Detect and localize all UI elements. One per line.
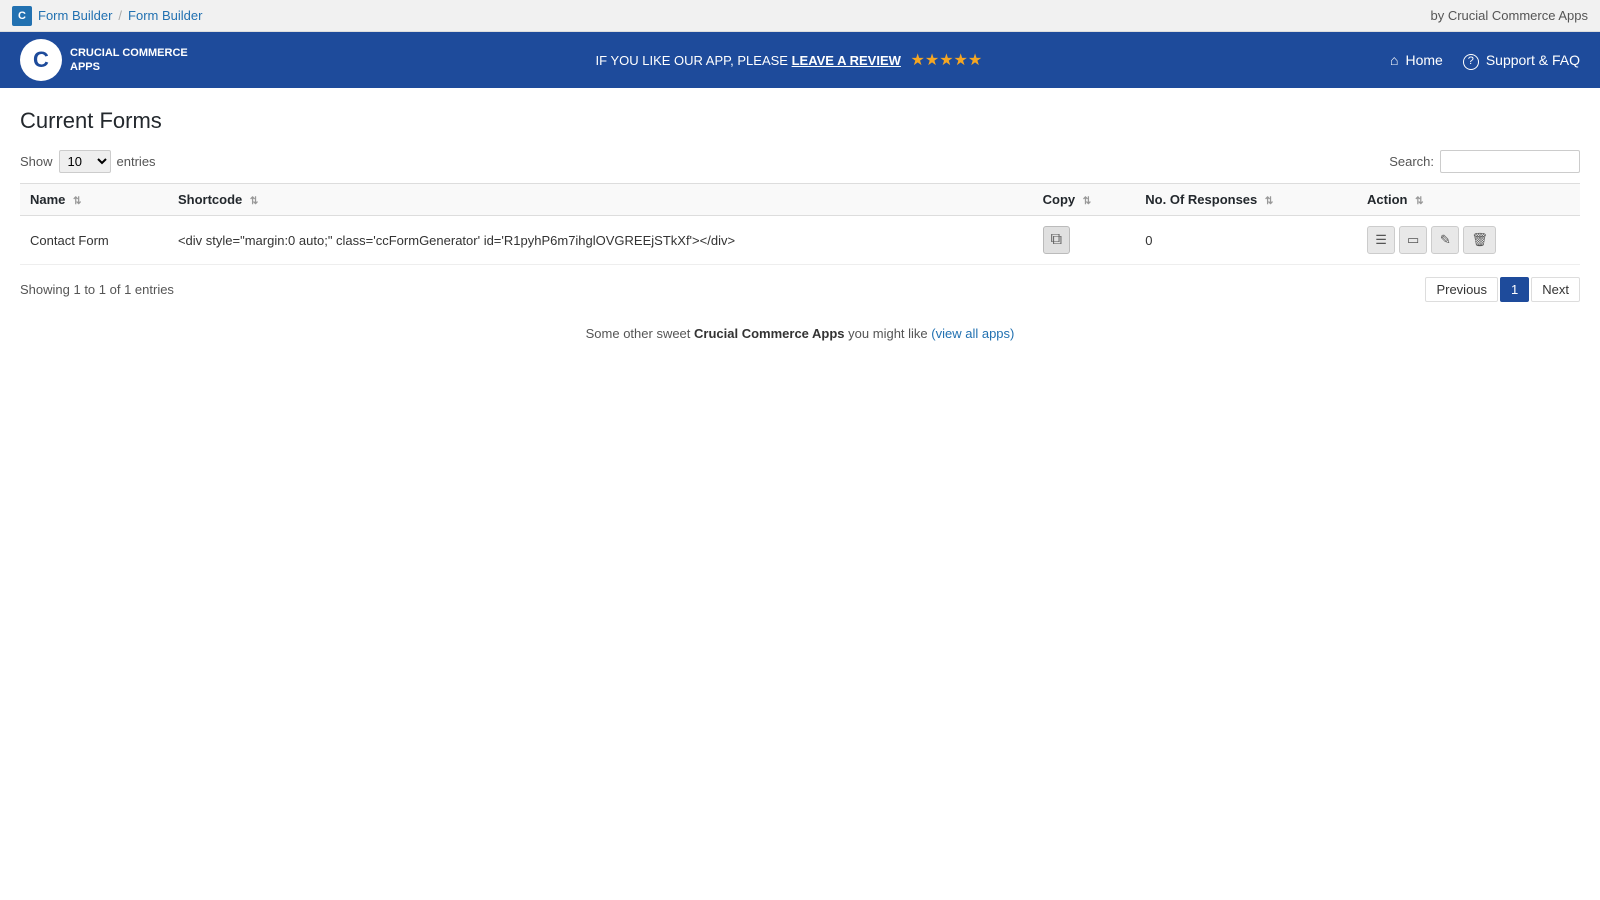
delete-icon: 🗑 — [1471, 232, 1488, 248]
search-label: Search: — [1389, 154, 1434, 169]
edit-icon: ✎ — [1440, 232, 1451, 248]
page-title: Current Forms — [20, 108, 1580, 134]
col-name: Name ⇅ — [20, 184, 168, 216]
view-responses-button[interactable]: ☰ — [1367, 226, 1395, 254]
show-entries-control: Show 10 25 50 100 entries — [20, 150, 156, 173]
nav-support-link[interactable]: Support & FAQ — [1463, 51, 1580, 70]
logo-text: CRUCIAL COMMERCE APPS — [70, 46, 188, 75]
table-controls: Show 10 25 50 100 entries Search: — [20, 150, 1580, 173]
pagination: Previous 1 Next — [1425, 277, 1580, 302]
cell-name: Contact Form — [20, 216, 168, 265]
logo-circle: C — [20, 39, 62, 81]
previous-button[interactable]: Previous — [1425, 277, 1498, 302]
entries-label: entries — [117, 154, 156, 169]
entries-select[interactable]: 10 25 50 100 — [59, 150, 111, 173]
cell-shortcode: <div style="margin:0 auto;" class='ccFor… — [168, 216, 1033, 265]
table-row: Contact Form <div style="margin:0 auto;"… — [20, 216, 1580, 265]
cell-copy: ⧉ — [1033, 216, 1136, 265]
logo-line1: CRUCIAL COMMERCE — [70, 46, 188, 60]
admin-bar-right: by Crucial Commerce Apps — [1431, 8, 1589, 23]
show-label: Show — [20, 154, 53, 169]
col-shortcode: Shortcode ⇅ — [168, 184, 1033, 216]
col-responses: No. Of Responses ⇅ — [1135, 184, 1357, 216]
logo-c-icon: C — [33, 47, 49, 73]
forms-table: Name ⇅ Shortcode ⇅ Copy ⇅ No. Of Respons… — [20, 183, 1580, 265]
nav-home-link[interactable]: Home — [1390, 52, 1443, 68]
cell-responses: 0 — [1135, 216, 1357, 265]
breadcrumb-formbuilder2[interactable]: Form Builder — [128, 8, 202, 23]
footer-brand: Crucial Commerce Apps — [694, 326, 845, 341]
sort-responses-icon[interactable]: ⇅ — [1265, 196, 1273, 207]
admin-bar: C Form Builder / Form Builder by Crucial… — [0, 0, 1600, 32]
entries-info: Showing 1 to 1 of 1 entries — [20, 282, 174, 297]
footer-note: Some other sweet Crucial Commerce Apps y… — [20, 326, 1580, 341]
header-logo: C CRUCIAL COMMERCE APPS — [20, 39, 188, 81]
copy-icon: ⧉ — [1051, 231, 1062, 249]
view-all-apps-link[interactable]: (view all apps) — [931, 326, 1014, 341]
table-header-row: Name ⇅ Shortcode ⇅ Copy ⇅ No. Of Respons… — [20, 184, 1580, 216]
list-icon: ☰ — [1375, 232, 1387, 248]
copy-button[interactable]: ⧉ — [1043, 226, 1070, 254]
page-1-button[interactable]: 1 — [1500, 277, 1529, 302]
admin-icon: C — [12, 6, 32, 26]
main-content: Current Forms Show 10 25 50 100 entries … — [0, 88, 1600, 900]
sort-name-icon[interactable]: ⇅ — [73, 196, 81, 207]
promo-link[interactable]: LEAVE A REVIEW — [792, 53, 901, 68]
sort-action-icon[interactable]: ⇅ — [1415, 196, 1423, 207]
nav-support-label: Support & FAQ — [1486, 52, 1580, 68]
next-button[interactable]: Next — [1531, 277, 1580, 302]
search-box: Search: — [1389, 150, 1580, 173]
sort-copy-icon[interactable]: ⇅ — [1083, 196, 1091, 207]
promo-prefix: IF YOU LIKE OUR APP, PLEASE — [596, 53, 788, 68]
footer-prefix: Some other sweet — [586, 326, 691, 341]
cell-action: ☰ ▭ ✎ 🗑 — [1357, 216, 1580, 265]
preview-button[interactable]: ▭ — [1399, 226, 1427, 254]
breadcrumb-formbuilder1[interactable]: Form Builder — [38, 8, 112, 23]
breadcrumb-separator: / — [118, 8, 122, 23]
col-copy: Copy ⇅ — [1033, 184, 1136, 216]
action-buttons: ☰ ▭ ✎ 🗑 — [1367, 226, 1570, 254]
edit-button[interactable]: ✎ — [1431, 226, 1459, 254]
header-promo: IF YOU LIKE OUR APP, PLEASE LEAVE A REVI… — [596, 50, 983, 70]
table-footer: Showing 1 to 1 of 1 entries Previous 1 N… — [20, 277, 1580, 302]
col-action: Action ⇅ — [1357, 184, 1580, 216]
sort-shortcode-icon[interactable]: ⇅ — [250, 196, 258, 207]
stars: ★★★★★ — [911, 52, 983, 69]
support-icon — [1463, 51, 1482, 70]
nav-home-label: Home — [1405, 52, 1442, 68]
header-nav-links: Home Support & FAQ — [1390, 51, 1580, 70]
delete-button[interactable]: 🗑 — [1463, 226, 1496, 254]
home-icon — [1390, 52, 1401, 68]
preview-icon: ▭ — [1407, 232, 1419, 248]
admin-bar-left: C Form Builder / Form Builder — [12, 6, 202, 26]
search-input[interactable] — [1440, 150, 1580, 173]
logo-line2: APPS — [70, 60, 188, 74]
header-nav: C CRUCIAL COMMERCE APPS IF YOU LIKE OUR … — [0, 32, 1600, 88]
